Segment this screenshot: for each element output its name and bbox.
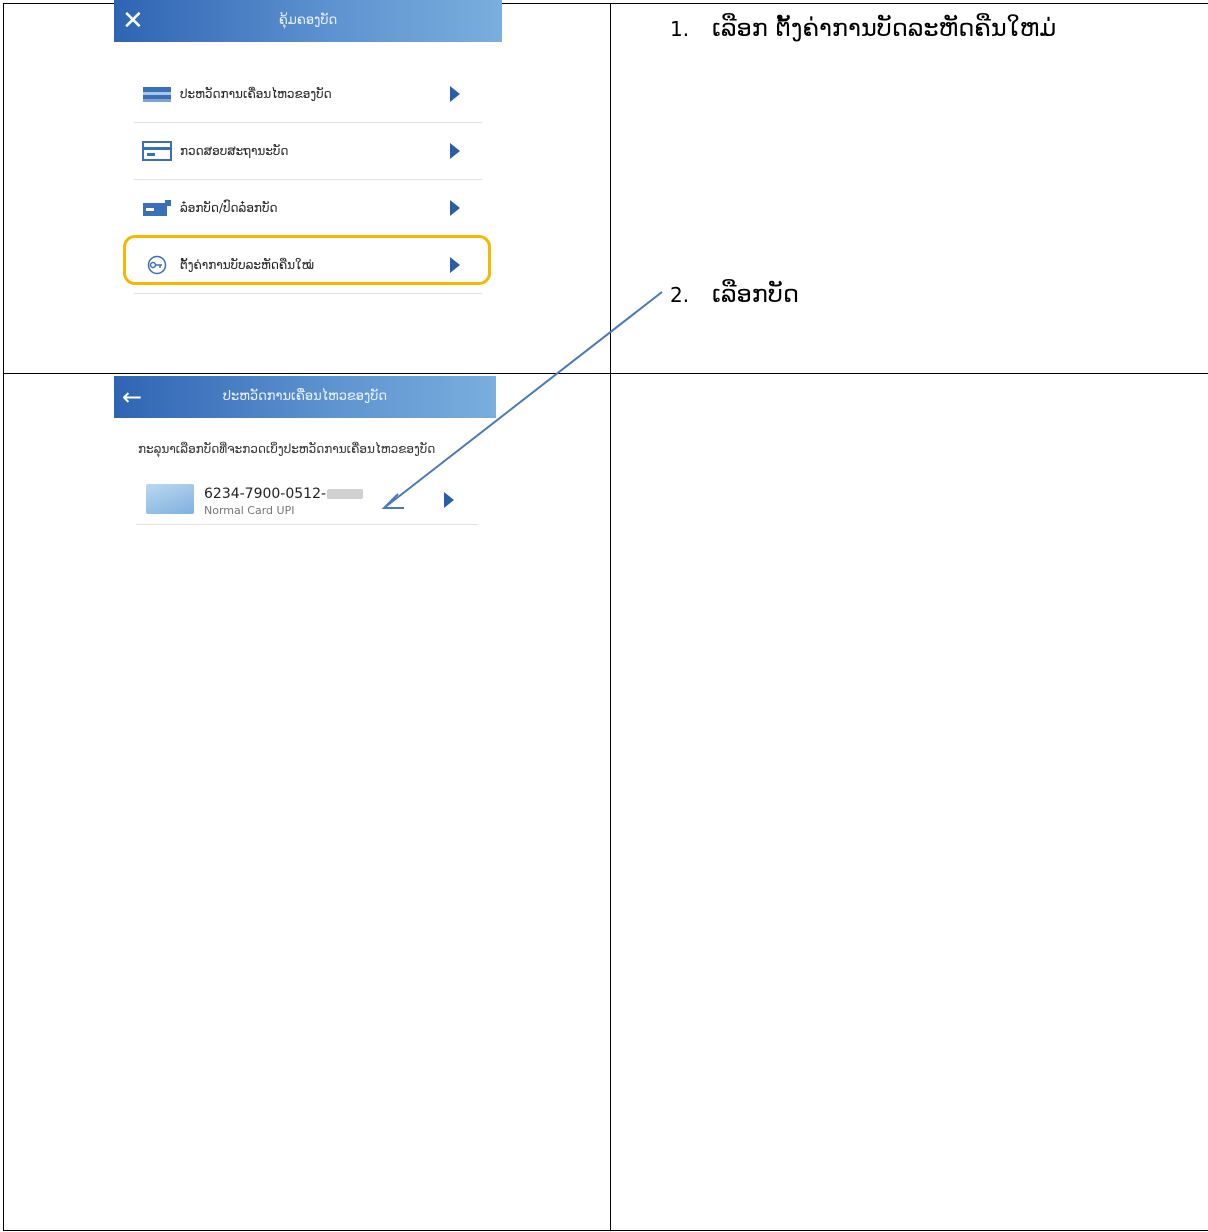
annotation-arrow bbox=[381, 291, 663, 509]
step-number: 1. bbox=[670, 17, 690, 41]
step-number: 2. bbox=[670, 283, 690, 307]
step-1: 1. ເລືອກ ຕັ້ງຄ່າການບັດລະຫັດຄືນໃຫມ່ bbox=[670, 14, 1056, 42]
step-2: 2. ເລືອກບັດ bbox=[670, 280, 799, 308]
step-text: ເລືອກ ຕັ້ງຄ່າການບັດລະຫັດຄືນໃຫມ່ bbox=[712, 14, 1057, 42]
step-text: ເລືອກບັດ bbox=[712, 280, 799, 308]
